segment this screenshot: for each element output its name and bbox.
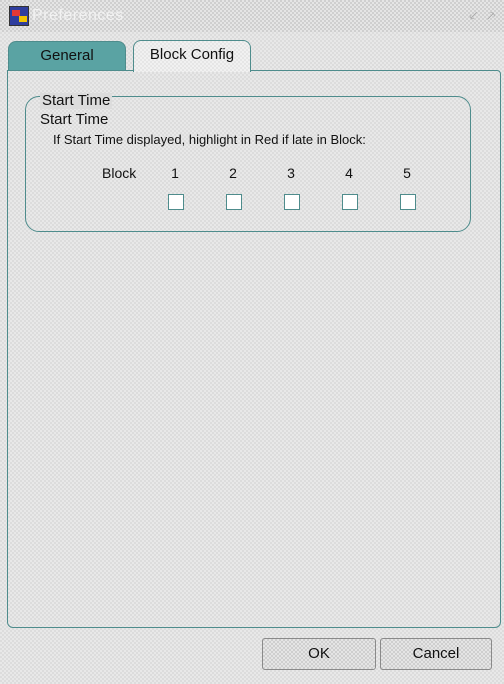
- tab-general[interactable]: General: [8, 41, 126, 71]
- block-3-checkbox[interactable]: [284, 194, 300, 210]
- block-1-checkbox[interactable]: [168, 194, 184, 210]
- group-subtitle: Start Time: [40, 111, 109, 128]
- group-legend: Start Time: [40, 92, 113, 109]
- title-bar: Preferences ⸔ ⸕: [0, 0, 504, 32]
- block-number-1: 1: [171, 165, 179, 181]
- group-description: If Start Time displayed, highlight in Re…: [53, 132, 366, 147]
- block-4-checkbox[interactable]: [342, 194, 358, 210]
- block-number-3: 3: [287, 165, 295, 181]
- block-2-checkbox[interactable]: [226, 194, 242, 210]
- app-icon-flag-secondary: [19, 16, 27, 22]
- block-number-2: 2: [229, 165, 237, 181]
- block-number-4: 4: [345, 165, 353, 181]
- ok-button[interactable]: OK: [262, 638, 376, 670]
- window-title: Preferences: [32, 7, 124, 24]
- window-controls: ⸔ ⸕: [466, 6, 498, 24]
- block-row-label: Block: [102, 165, 137, 181]
- block-5-checkbox[interactable]: [400, 194, 416, 210]
- minimize-icon[interactable]: ⸔: [466, 6, 480, 24]
- tab-block-config[interactable]: Block Config: [133, 40, 251, 72]
- maximize-icon[interactable]: ⸕: [484, 6, 498, 24]
- block-number-5: 5: [403, 165, 411, 181]
- app-icon: [9, 6, 29, 26]
- cancel-button[interactable]: Cancel: [380, 638, 492, 670]
